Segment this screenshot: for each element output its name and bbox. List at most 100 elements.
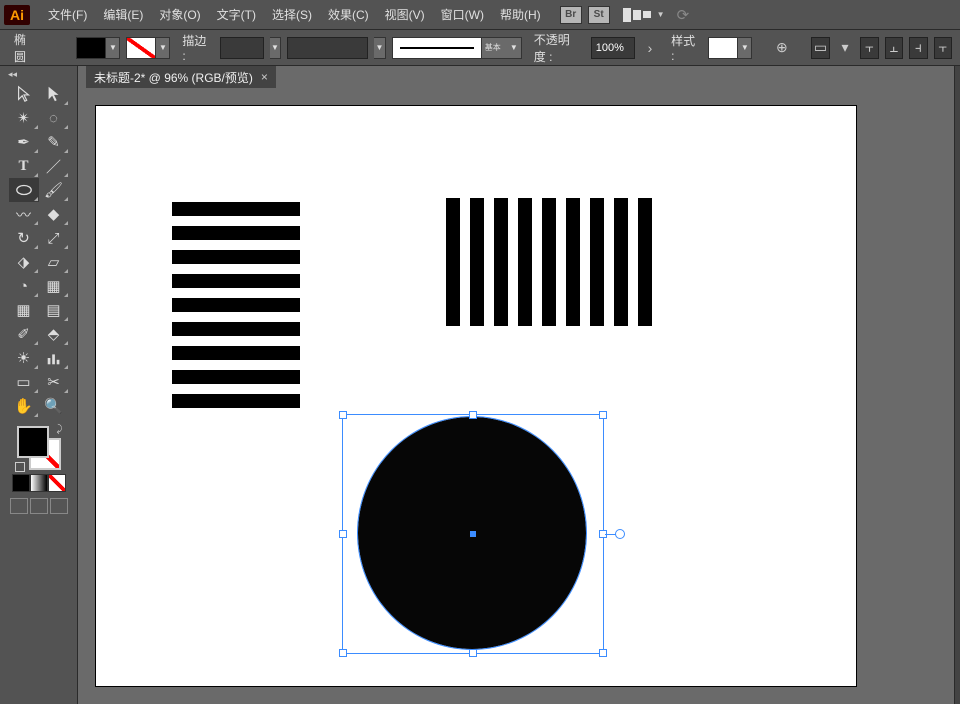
ellipse-tool[interactable] — [9, 178, 39, 202]
eyedropper-tool[interactable]: ✐ — [9, 322, 39, 346]
color-mode-row — [12, 474, 66, 492]
opacity-label: 不透明度 : — [528, 31, 585, 65]
gradient-tool[interactable]: ▤ — [39, 298, 69, 322]
pie-widget-handle[interactable] — [615, 529, 625, 539]
slice-tool[interactable]: ✂ — [39, 370, 69, 394]
chevron-down-icon: ▼ — [738, 37, 752, 59]
align-doc-icon[interactable]: ▭ — [811, 37, 829, 59]
resize-handle-b[interactable] — [469, 649, 477, 657]
menu-view[interactable]: 视图(V) — [377, 0, 433, 29]
workspace-switcher[interactable]: ▼ — [623, 8, 665, 22]
stroke-swatch[interactable]: ▼ — [126, 37, 170, 59]
align-right-icon[interactable]: ⫞ — [909, 37, 927, 59]
brush-definition[interactable]: 基本▼ — [392, 37, 522, 59]
opacity-more-icon[interactable]: › — [641, 37, 659, 59]
draw-normal-icon[interactable] — [10, 498, 28, 514]
free-transform-tool[interactable]: ▱ — [39, 250, 69, 274]
recolor-icon[interactable]: ⊕ — [773, 37, 791, 59]
stroke-profile-input[interactable] — [287, 37, 368, 59]
stroke-weight-input[interactable] — [220, 37, 264, 59]
stock-button[interactable]: St — [588, 6, 610, 24]
style-label: 样式 : — [665, 32, 702, 63]
align-more-icon[interactable]: ▾ — [836, 37, 854, 59]
vertical-stripes-object[interactable] — [446, 198, 652, 326]
stroke-weight-stepper[interactable]: ▼ — [270, 37, 282, 59]
lasso-tool[interactable]: ◌ — [39, 106, 69, 130]
rotate-tool[interactable]: ↻ — [9, 226, 39, 250]
center-anchor-icon[interactable] — [470, 531, 476, 537]
draw-modes-row — [10, 498, 68, 514]
color-mode-gradient[interactable] — [30, 474, 48, 492]
align-top-icon[interactable]: ⫟ — [934, 37, 952, 59]
chevron-down-icon[interactable]: ▼ — [374, 37, 386, 59]
menu-effect[interactable]: 效果(C) — [320, 0, 377, 29]
scale-tool[interactable]: ⤢ — [39, 226, 69, 250]
resize-handle-bl[interactable] — [339, 649, 347, 657]
pen-tool[interactable]: ✒ — [9, 130, 39, 154]
draw-behind-icon[interactable] — [30, 498, 48, 514]
curvature-tool[interactable]: ✎ — [39, 130, 69, 154]
pencil-tool[interactable]: 〰 — [9, 202, 39, 226]
tab-strip: 未标题-2* @ 96% (RGB/预览) × — [78, 66, 954, 88]
tools-panel: ◂◂ ✴ ◌ ✒ ✎ T ／ 🖌 〰 ◆ ↻ ⤢ ⬗ ▱ ◔ ▦ ▦ ▤ ✐ ⬘… — [0, 66, 78, 704]
resize-handle-tr[interactable] — [599, 411, 607, 419]
swap-fill-stroke-icon[interactable]: ⤸ — [57, 424, 63, 435]
color-mode-solid[interactable] — [12, 474, 30, 492]
menu-select[interactable]: 选择(S) — [264, 0, 320, 29]
menu-edit[interactable]: 编辑(E) — [95, 0, 151, 29]
menu-type[interactable]: 文字(T) — [209, 0, 264, 29]
resize-handle-tl[interactable] — [339, 411, 347, 419]
mesh-tool[interactable]: ▦ — [9, 298, 39, 322]
opacity-input[interactable]: 100% — [591, 37, 635, 59]
canvas[interactable] — [78, 88, 954, 704]
default-fill-stroke-icon[interactable] — [15, 462, 25, 472]
horizontal-stripes-object[interactable] — [172, 202, 300, 408]
chevron-down-icon: ▼ — [657, 10, 665, 19]
fill-swatch[interactable]: ▼ — [76, 37, 120, 59]
resize-handle-br[interactable] — [599, 649, 607, 657]
fill-color-icon[interactable] — [17, 426, 49, 458]
panel-collapse-icon[interactable]: ◂◂ — [0, 68, 77, 80]
artboard[interactable] — [96, 106, 856, 686]
selection-bounding-box[interactable] — [342, 414, 604, 654]
blend-tool[interactable]: ⬘ — [39, 322, 69, 346]
selection-tool[interactable] — [9, 82, 39, 106]
perspective-grid-tool[interactable]: ▦ — [39, 274, 69, 298]
width-tool[interactable]: ⬗ — [9, 250, 39, 274]
direct-selection-tool[interactable] — [39, 82, 69, 106]
sync-icon[interactable]: ⟳ — [677, 6, 690, 24]
color-mode-none[interactable] — [48, 474, 66, 492]
align-left-icon[interactable]: ⫟ — [860, 37, 878, 59]
tab-title: 未标题-2* @ 96% (RGB/预览) — [94, 69, 253, 86]
options-bar: 椭圆 ▼ ▼ 描边 : ▼ ▼ 基本▼ 不透明度 : 100% › 样式 : ▼… — [0, 30, 960, 66]
menu-object[interactable]: 对象(O) — [151, 0, 208, 29]
resize-handle-t[interactable] — [469, 411, 477, 419]
graphic-style-swatch[interactable]: ▼ — [708, 37, 752, 59]
draw-inside-icon[interactable] — [50, 498, 68, 514]
main-area: ◂◂ ✴ ◌ ✒ ✎ T ／ 🖌 〰 ◆ ↻ ⤢ ⬗ ▱ ◔ ▦ ▦ ▤ ✐ ⬘… — [0, 66, 960, 704]
hand-tool[interactable]: ✋ — [9, 394, 39, 418]
line-tool[interactable]: ／ — [39, 154, 69, 178]
close-icon[interactable]: × — [261, 70, 268, 84]
bridge-button[interactable]: Br — [560, 6, 582, 24]
column-graph-tool[interactable] — [39, 346, 69, 370]
magic-wand-tool[interactable]: ✴ — [9, 106, 39, 130]
right-panel-edge[interactable] — [954, 66, 960, 704]
resize-handle-l[interactable] — [339, 530, 347, 538]
type-tool[interactable]: T — [9, 154, 39, 178]
stroke-label: 描边 : — [176, 32, 213, 63]
fill-stroke-control[interactable]: ⤸ — [15, 424, 63, 472]
align-hcenter-icon[interactable]: ⫠ — [885, 37, 903, 59]
eraser-tool[interactable]: ◆ — [39, 202, 69, 226]
symbol-sprayer-tool[interactable]: ☀ — [9, 346, 39, 370]
menu-file[interactable]: 文件(F) — [40, 0, 95, 29]
paintbrush-tool[interactable]: 🖌 — [39, 178, 69, 202]
artboard-tool[interactable]: ▭ — [9, 370, 39, 394]
document-tab[interactable]: 未标题-2* @ 96% (RGB/预览) × — [86, 66, 276, 88]
shape-name-label: 椭圆 — [8, 31, 40, 65]
menu-window[interactable]: 窗口(W) — [433, 0, 492, 29]
menu-help[interactable]: 帮助(H) — [492, 0, 549, 29]
app-logo: Ai — [4, 5, 30, 25]
shape-builder-tool[interactable]: ◔ — [9, 274, 39, 298]
zoom-tool[interactable]: 🔍 — [39, 394, 69, 418]
